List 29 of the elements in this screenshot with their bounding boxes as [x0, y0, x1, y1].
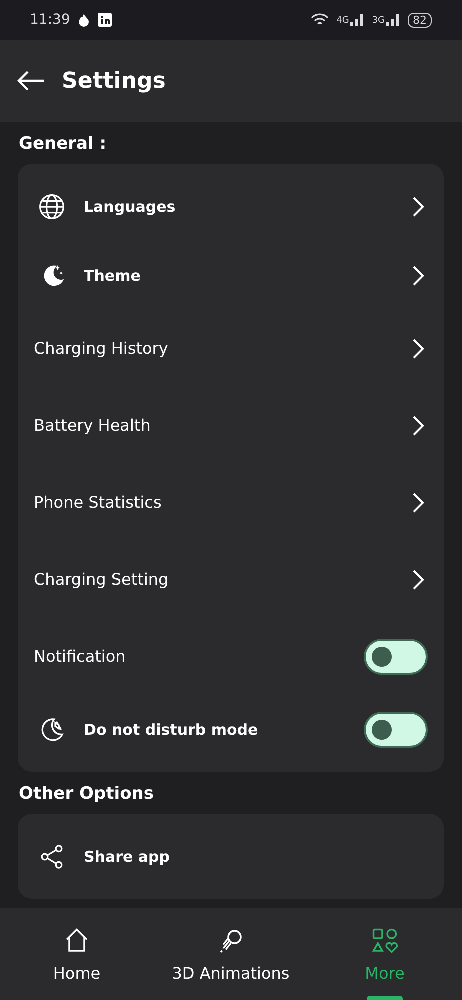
clock: 11:39 — [30, 12, 70, 28]
globe-icon — [38, 192, 66, 220]
section-title: Other Options — [19, 784, 155, 804]
signal-icon — [350, 14, 364, 26]
selected-indicator — [367, 996, 403, 1000]
flame-icon — [78, 13, 90, 27]
setting-label[interactable]: Phone Statistics — [34, 493, 390, 512]
network-label: 3G — [372, 16, 385, 26]
setting-label[interactable]: Battery Health — [34, 416, 390, 435]
page-title: Settings — [62, 68, 166, 94]
app-icon — [98, 13, 112, 27]
setting-label[interactable]: Theme — [84, 266, 390, 284]
network-label: 4G — [336, 16, 350, 26]
section-title: General : — [19, 134, 108, 154]
toggle-switch[interactable] — [364, 712, 428, 748]
setting-label[interactable]: Notification — [34, 647, 346, 666]
wifi-icon — [310, 13, 329, 27]
setting-label[interactable]: Languages — [84, 198, 390, 216]
nav-tab[interactable]: More — [308, 908, 462, 1000]
setting-label[interactable]: Charging Setting — [34, 570, 390, 589]
nav-tab[interactable]: Home — [0, 908, 154, 1000]
signal-icon — [386, 14, 400, 26]
nav-tab[interactable]: 3D Animations — [154, 908, 308, 1000]
toggle-switch[interactable] — [364, 638, 428, 674]
setting-label[interactable]: Charging History — [34, 339, 390, 358]
setting-label[interactable]: Share app — [84, 848, 428, 866]
back-icon[interactable] — [16, 69, 46, 93]
battery-level: 82 — [408, 12, 432, 28]
setting-label[interactable]: Do not disturb mode — [84, 720, 346, 738]
